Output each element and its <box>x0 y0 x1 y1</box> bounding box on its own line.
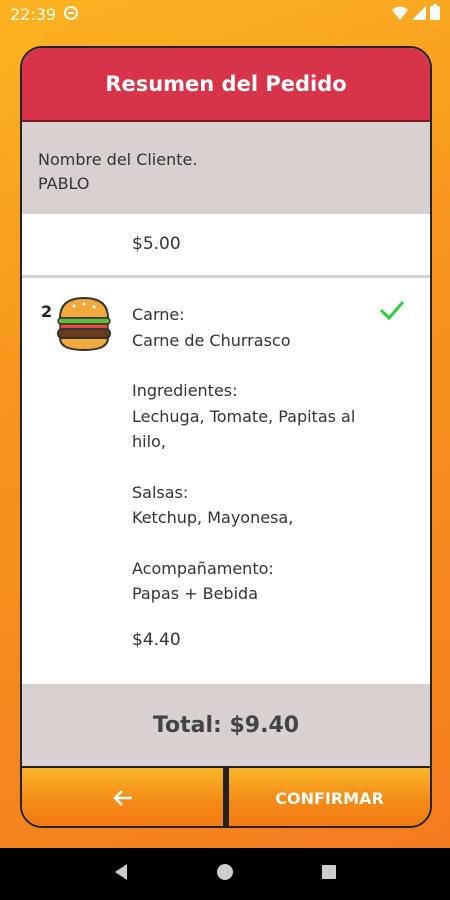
order-item[interactable]: 2 Carne: Carne de Churrasco Ingredientes… <box>22 278 430 684</box>
sync-icon <box>64 5 79 24</box>
battery-icon <box>430 4 440 24</box>
item-quantity: 2 <box>41 302 53 321</box>
navigation-bar <box>0 848 450 900</box>
side-value: Papas + Bebida <box>132 584 258 603</box>
confirm-button[interactable]: CONFIRMAR <box>229 768 430 826</box>
home-circle-icon[interactable] <box>216 863 234 885</box>
order-summary-card: Resumen del Pedido Nombre del Cliente. P… <box>20 46 432 828</box>
wifi-icon <box>392 5 408 24</box>
ingredients-label: Ingredientes: <box>132 381 238 400</box>
status-bar: 22:39 <box>0 0 450 28</box>
action-buttons: CONFIRMAR <box>22 766 430 826</box>
back-triangle-icon[interactable] <box>113 863 129 885</box>
burger-icon <box>57 296 111 352</box>
ingredients-value: Lechuga, Tomate, Papitas al hilo, <box>132 406 356 452</box>
signal-icon <box>412 5 426 24</box>
meat-value: Carne de Churrasco <box>132 330 291 350</box>
first-item-price: $5.00 <box>132 234 181 254</box>
side-label: Acompañamento: <box>132 558 274 578</box>
arrow-left-icon <box>112 790 132 806</box>
sauces-value: Ketchup, Mayonesa, <box>132 508 294 527</box>
client-name: PABLO <box>38 174 90 193</box>
back-button[interactable] <box>22 768 229 826</box>
page-title: Resumen del Pedido <box>22 48 430 122</box>
client-label: Nombre del Cliente. <box>38 150 198 169</box>
recents-square-icon[interactable] <box>321 864 337 884</box>
sauces-label: Salsas: <box>132 482 189 502</box>
total: Total: $9.40 <box>22 684 430 766</box>
first-item-row[interactable]: $5.00 <box>22 214 430 278</box>
item-details: Carne: Carne de Churrasco Ingredientes: … <box>132 302 372 632</box>
item-price: $4.40 <box>132 630 181 650</box>
check-icon <box>379 301 405 321</box>
meat-label: Carne: <box>132 305 185 324</box>
client-section: Nombre del Cliente. PABLO <box>22 122 430 214</box>
status-time: 22:39 <box>10 4 57 24</box>
